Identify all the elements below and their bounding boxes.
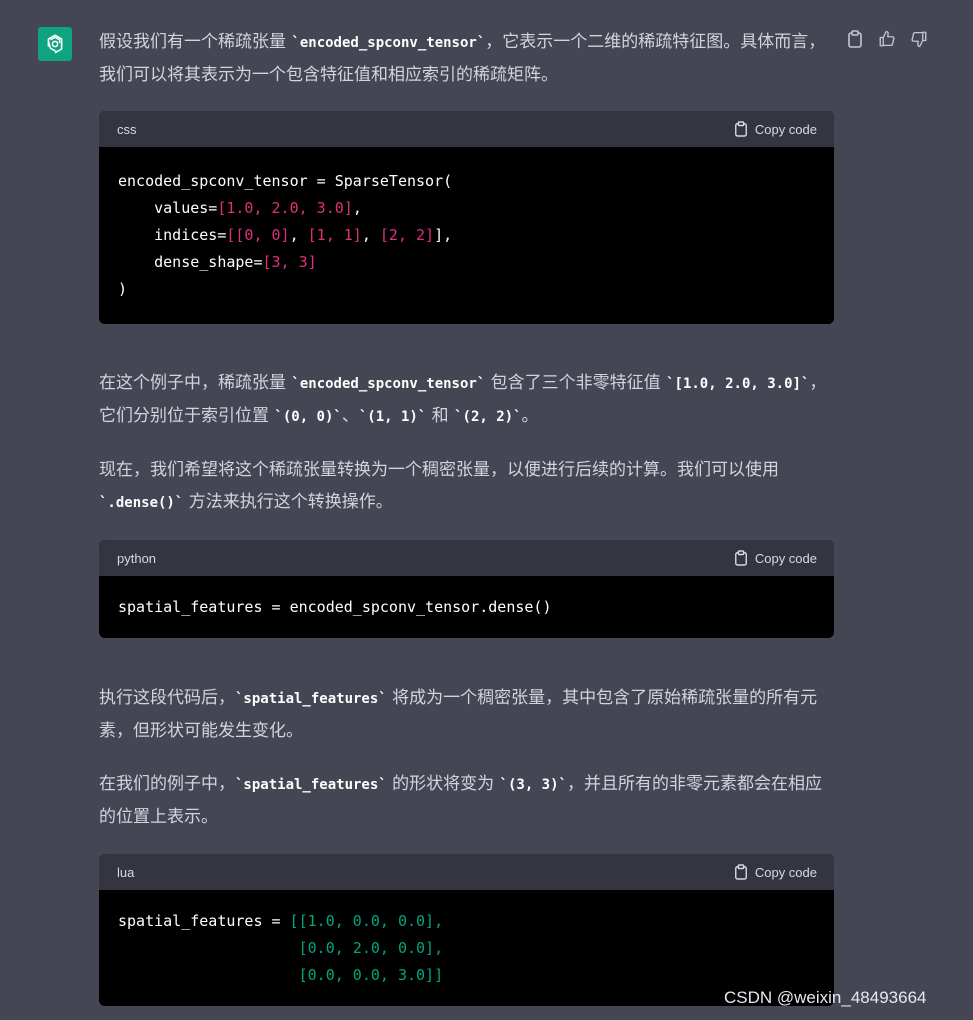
inline-code: `.dense()` bbox=[99, 495, 184, 511]
watermark: CSDN @weixin_48493664 bbox=[724, 988, 927, 1007]
thumbs-up-icon bbox=[879, 30, 895, 47]
inline-code: `(2, 2)` bbox=[454, 409, 522, 425]
code-block-css: css Copy code encoded_spconv_tensor = Sp… bbox=[99, 111, 834, 324]
code-block-lua: lua Copy code spatial_features = [[1.0, … bbox=[99, 854, 834, 1006]
copy-code-label: Copy code bbox=[754, 864, 817, 880]
inline-code: `spatial_features` bbox=[235, 777, 387, 793]
copy-code-button[interactable]: Copy code bbox=[734, 550, 817, 566]
paragraph-explanation: 在这个例子中，稀疏张量 `encoded_spconv_tensor` 包含了三… bbox=[99, 373, 827, 426]
copy-code-label: Copy code bbox=[754, 121, 817, 137]
paragraph-dense: 现在，我们希望将这个稀疏张量转换为一个稠密张量，以便进行后续的计算。我们可以使用… bbox=[99, 460, 779, 512]
copy-code-button[interactable]: Copy code bbox=[734, 864, 817, 880]
copy-code-label: Copy code bbox=[754, 550, 817, 566]
code-content: encoded_spconv_tensor = SparseTensor( va… bbox=[99, 147, 834, 324]
inline-code: `spatial_features` bbox=[235, 691, 387, 707]
clipboard-icon bbox=[734, 121, 747, 137]
thumbs-down-button[interactable] bbox=[908, 28, 930, 50]
thumbs-down-icon bbox=[911, 31, 927, 48]
paragraph-shape: 在我们的例子中，`spatial_features` 的形状将变为 `(3, 3… bbox=[99, 774, 822, 827]
copy-message-button[interactable] bbox=[844, 28, 866, 50]
assistant-avatar bbox=[38, 27, 72, 61]
inline-code: `(1, 1)` bbox=[358, 409, 427, 425]
message-actions bbox=[844, 28, 930, 50]
openai-logo-icon bbox=[47, 34, 63, 54]
code-block-header: lua Copy code bbox=[99, 854, 834, 890]
code-block-python: python Copy code spatial_features = enco… bbox=[99, 540, 834, 638]
copy-code-button[interactable]: Copy code bbox=[734, 121, 817, 137]
inline-code: `(3, 3)` bbox=[499, 777, 567, 793]
inline-code: `[1.0, 2.0, 3.0]` bbox=[666, 376, 810, 392]
code-language-label: lua bbox=[117, 864, 135, 880]
clipboard-icon bbox=[734, 550, 747, 566]
paragraph-intro: 假设我们有一个稀疏张量 `encoded_spconv_tensor`，它表示一… bbox=[99, 32, 826, 85]
code-language-label: css bbox=[117, 121, 137, 137]
thumbs-up-button[interactable] bbox=[876, 28, 898, 50]
code-block-header: python Copy code bbox=[99, 540, 834, 576]
clipboard-icon bbox=[848, 30, 862, 48]
inline-code: `encoded_spconv_tensor` bbox=[291, 376, 486, 392]
inline-code: `(0, 0)` bbox=[274, 409, 342, 425]
inline-code: `encoded_spconv_tensor` bbox=[291, 35, 486, 51]
code-block-header: css Copy code bbox=[99, 111, 834, 147]
clipboard-icon bbox=[734, 864, 747, 880]
assistant-message: 假设我们有一个稀疏张量 `encoded_spconv_tensor`，它表示一… bbox=[99, 26, 834, 1006]
paragraph-result: 执行这段代码后，`spatial_features` 将成为一个稠密张量，其中包… bbox=[99, 688, 818, 741]
code-language-label: python bbox=[117, 550, 157, 566]
code-content: spatial_features = encoded_spconv_tensor… bbox=[99, 576, 834, 638]
